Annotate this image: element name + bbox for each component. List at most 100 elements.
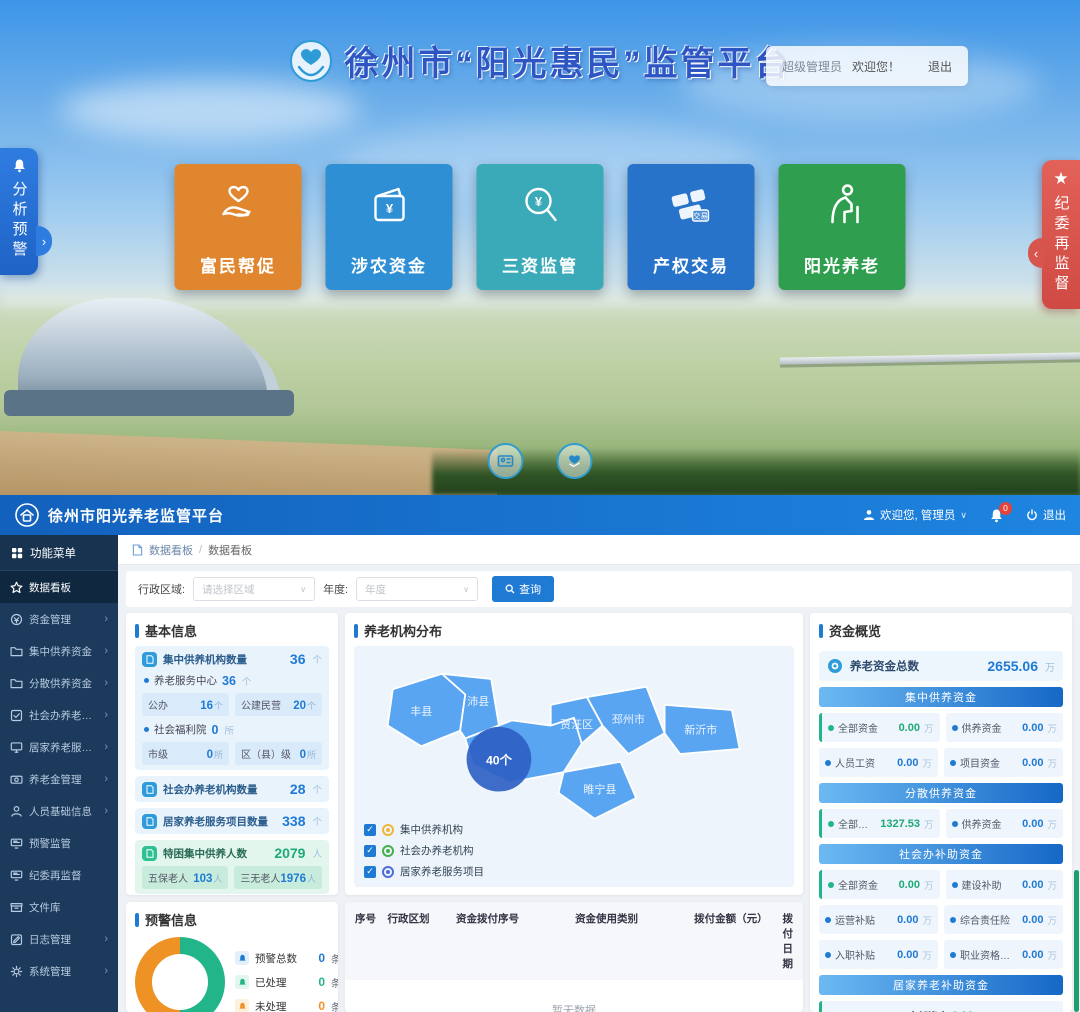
sidebar-item-log-mgmt[interactable]: 日志管理 ›: [0, 923, 118, 955]
map-label: 贾汪区: [560, 718, 593, 731]
year-placeholder: 年度: [365, 582, 386, 597]
tile-yangguang-yanglao[interactable]: 阳光养老: [779, 164, 906, 290]
banknote-icon: [10, 773, 23, 786]
checkbox-checked-icon[interactable]: ✓: [364, 866, 376, 878]
land-trade-icon: 交易: [665, 180, 717, 232]
stat-value: 36: [290, 651, 306, 667]
page: 徐州市“阳光惠民”监管平台 超级管理员 欢迎您！ 退出 分析预警 › ★ 纪委再…: [0, 0, 1080, 1012]
sidebar-item-file-library[interactable]: 文件库: [0, 891, 118, 923]
fund-stat: 全部资金1327.53万: [819, 809, 940, 838]
sidebar-item-warning-supervision[interactable]: 预警监管: [0, 827, 118, 859]
fund-stat: 供养资金0.00万: [946, 713, 1064, 742]
sidebar-item-label: 居家养老服务项目: [29, 740, 98, 755]
archive-icon: [10, 901, 23, 914]
sidebar-item-pension-mgmt[interactable]: 养老金管理 ›: [0, 763, 118, 795]
map-label: 新沂市: [684, 722, 717, 736]
svg-text:¥: ¥: [385, 201, 393, 216]
marker-icon: [382, 866, 394, 878]
doc-icon: [142, 814, 157, 829]
search-yuan-icon: ¥: [516, 180, 564, 232]
sidebar-item-data-board[interactable]: 数据看板: [0, 571, 118, 603]
caret-down-icon: ∨: [960, 510, 967, 521]
map-legend: ✓ 集中供养机构 ✓ 社会办养老机构: [364, 822, 484, 879]
bell-icon: [12, 158, 27, 173]
sidebar-item-discipline-supervision[interactable]: 纪委再监督: [0, 859, 118, 891]
sidebar-item-dispersed-funds[interactable]: 分散供养资金 ›: [0, 667, 118, 699]
legend-homecare-projects[interactable]: ✓ 居家养老服务项目: [364, 864, 484, 879]
tile-chanquan-jiaoyi[interactable]: 交易 产权交易: [628, 164, 755, 290]
sidebar-item-home-care-projects[interactable]: 居家养老服务项目 ›: [0, 731, 118, 763]
total-label: 养老资金总数: [850, 658, 980, 674]
logout-button[interactable]: 退出: [1026, 507, 1066, 523]
sidebar-item-centralized-funds[interactable]: 集中供养资金 ›: [0, 635, 118, 667]
marker-icon: [382, 845, 394, 857]
checkbox-checked-icon[interactable]: ✓: [364, 845, 376, 857]
checkbox-checked-icon[interactable]: ✓: [364, 824, 376, 836]
panel-title: 资金概览: [829, 621, 881, 640]
discipline-supervision-ribbon[interactable]: ★ 纪委再监督 ‹: [1042, 160, 1080, 309]
document-icon: [132, 544, 143, 556]
scrollbar-thumb[interactable]: [1074, 870, 1079, 1012]
chevron-right-icon: ›: [104, 709, 108, 721]
year-filter-label: 年度:: [323, 581, 348, 597]
grid-icon: [11, 547, 23, 559]
region-placeholder: 请选择区域: [202, 582, 255, 597]
folder-icon: [10, 677, 23, 690]
sidebar-item-label: 社会办养老机构: [29, 708, 98, 723]
welcome-text: 欢迎您！: [852, 58, 900, 75]
legend-centralized-institutions[interactable]: ✓ 集中供养机构: [364, 822, 484, 837]
stat-unit: 个: [312, 652, 322, 666]
column-header: 资金使用类别: [575, 911, 694, 971]
map-label: 沛县: [467, 694, 489, 708]
logout-label: 退出: [1043, 507, 1066, 523]
screen-icon: [10, 869, 23, 882]
warning-info-panel: 预警信息 预警总数 0 条: [126, 902, 338, 1012]
funds-table-panel: 序号 行政区划 资金拨付序号 资金使用类别 拨付金额（元） 拨付日期 暂无数据 …: [345, 902, 803, 1012]
target-icon: [827, 658, 843, 674]
stat-label: 集中供养机构数量: [163, 652, 284, 667]
hero-logout-button[interactable]: 退出: [928, 58, 952, 75]
section-header-centralized: 集中供养资金: [819, 687, 1063, 707]
sidebar-item-system-mgmt[interactable]: 系统管理 ›: [0, 955, 118, 987]
filter-bar: 行政区域: 请选择区域 ∨ 年度: 年度 ∨ 查询: [126, 571, 1072, 607]
sidebar-item-label: 纪委再监督: [29, 868, 82, 883]
legend-social-institutions[interactable]: ✓ 社会办养老机构: [364, 843, 484, 858]
tile-fumin-bangcu[interactable]: 富民帮促: [175, 164, 302, 290]
hand-heart-icon: [214, 180, 262, 232]
idcard-circle-button[interactable]: [488, 443, 524, 479]
warning-stat-handled: 已处理 0 条: [235, 975, 338, 990]
sidebar-item-personnel-info[interactable]: 人员基础信息 ›: [0, 795, 118, 827]
user-icon: [863, 509, 875, 521]
column-header: 资金拨付序号: [456, 911, 575, 971]
edit-icon: [10, 933, 23, 946]
query-button[interactable]: 查询: [492, 576, 554, 602]
query-label: 查询: [519, 581, 541, 597]
stat-card-social-institutions: 社会办养老机构数量 28 个: [135, 776, 329, 802]
hero-quick-buttons: [488, 443, 593, 479]
sidebar-item-funds-mgmt[interactable]: 资金管理 ›: [0, 603, 118, 635]
year-select[interactable]: 年度 ∨: [356, 577, 478, 601]
title-accent: [819, 624, 823, 638]
region-select[interactable]: 请选择区域 ∨: [193, 577, 315, 601]
tile-shenong-zijin[interactable]: ¥ 涉农资金: [326, 164, 453, 290]
analysis-warning-ribbon[interactable]: 分析预警 ›: [0, 148, 38, 275]
mini-stat: 市级0所: [142, 742, 229, 765]
dashboard-logo-icon: [14, 502, 40, 528]
fund-stat: 职业资格补贴0.00万: [944, 940, 1063, 969]
tile-sanzi-jianguan[interactable]: ¥ 三资监管: [477, 164, 604, 290]
marker-icon: [382, 824, 394, 836]
notifications-bell[interactable]: 0: [989, 508, 1004, 523]
fund-stat: 全部资金0.00万: [819, 713, 940, 742]
tile-label: 三资监管: [502, 252, 578, 277]
health-heart-circle-button[interactable]: [557, 443, 593, 479]
table-header-row: 序号 行政区划 资金拨付序号 资金使用类别 拨付金额（元） 拨付日期: [345, 902, 803, 980]
section-header-homecare-subsidy: 居家养老补助资金: [819, 975, 1063, 995]
breadcrumb-root[interactable]: 数据看板: [149, 542, 193, 558]
user-menu[interactable]: 欢迎您, 管理员 ∨: [863, 507, 967, 523]
total-unit: 万: [1045, 659, 1055, 674]
doc-icon: [142, 846, 157, 861]
chevron-right-icon: ›: [104, 613, 108, 625]
sidebar-item-social-institutions[interactable]: 社会办养老机构 ›: [0, 699, 118, 731]
column-header: 序号: [355, 911, 387, 971]
column-header: 行政区划: [387, 911, 456, 971]
